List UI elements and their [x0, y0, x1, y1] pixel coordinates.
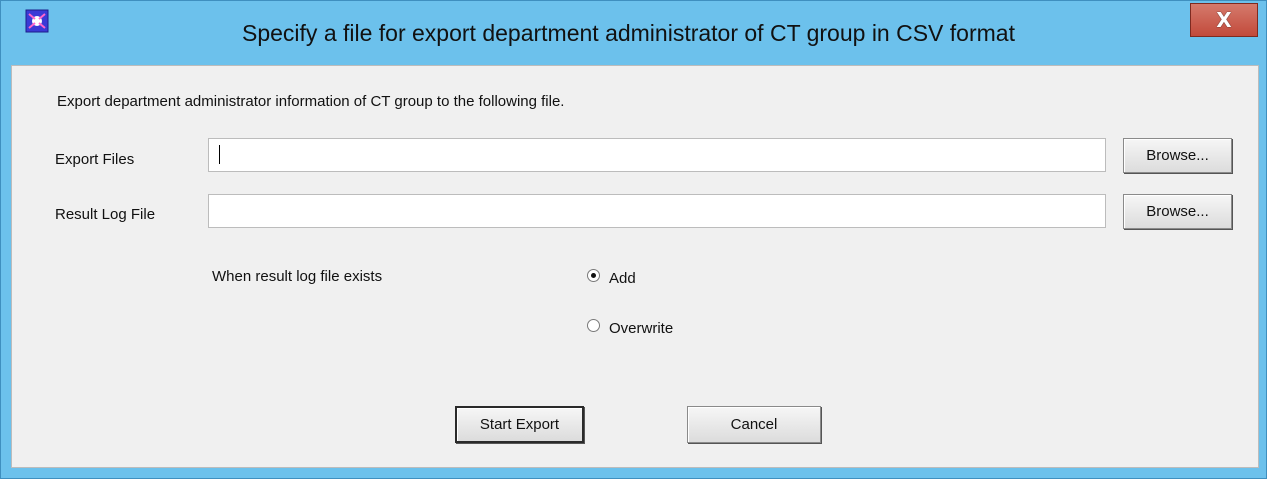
result-log-input[interactable]	[208, 194, 1106, 228]
radio-add-label[interactable]: Add	[609, 270, 636, 287]
when-exists-label: When result log file exists	[212, 268, 383, 285]
text-caret	[219, 145, 220, 164]
export-files-input[interactable]	[208, 138, 1106, 172]
browse-log-button[interactable]: Browse...	[1123, 194, 1232, 229]
radio-overwrite[interactable]	[587, 319, 600, 332]
export-files-label: Export Files	[55, 151, 135, 168]
radio-add[interactable]	[587, 269, 600, 282]
description-text: Export department administrator informat…	[57, 93, 565, 110]
cancel-button[interactable]: Cancel	[687, 406, 821, 443]
start-export-button[interactable]: Start Export	[455, 406, 584, 443]
dialog-body: Export department administrator informat…	[11, 65, 1259, 468]
window-title: Specify a file for export department adm…	[242, 20, 1015, 46]
close-button[interactable]: X	[1190, 3, 1258, 37]
browse-export-button[interactable]: Browse...	[1123, 138, 1232, 173]
radio-selected-dot	[591, 273, 596, 278]
title-bar[interactable]: Specify a file for export department adm…	[1, 1, 1266, 65]
app-icon	[25, 9, 49, 33]
result-log-label: Result Log File	[55, 206, 156, 223]
radio-overwrite-label[interactable]: Overwrite	[609, 320, 673, 337]
export-dialog-window: Specify a file for export department adm…	[0, 0, 1267, 479]
